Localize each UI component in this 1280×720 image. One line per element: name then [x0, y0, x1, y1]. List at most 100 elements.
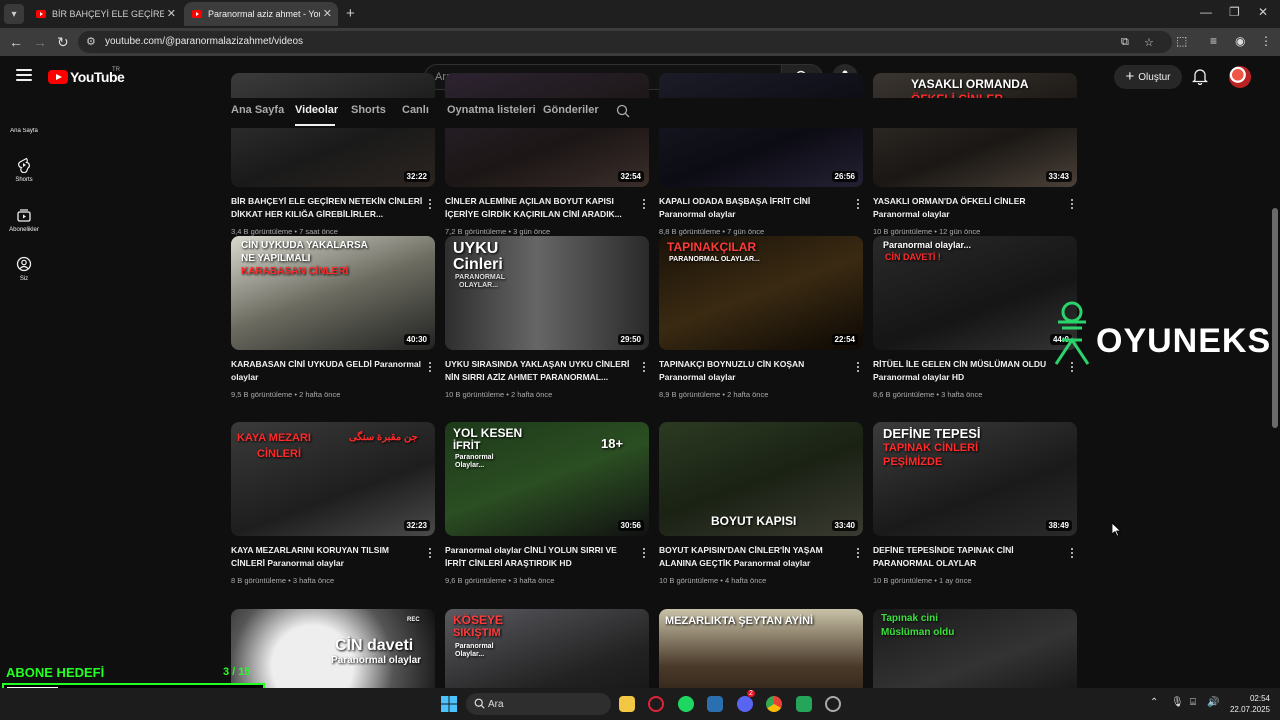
video-card[interactable]: MEZARLIKTA ŞEYTAN AYİNİ [659, 609, 863, 720]
video-card[interactable]: UYKU Cinleri PARANORMAL OLAYLAR... 29:50 UYKU… [445, 236, 649, 399]
video-card[interactable]: 32:54 CİNLER ALEMİNE AÇILAN BOYUT KAPISI … [445, 73, 649, 236]
video-card[interactable]: BOYUT KAPISI 33:40 BOYUT KAPISIN'DAN CİNLE… [659, 422, 863, 585]
video-card[interactable]: CİN UYKUDA YAKALARSA NE YAPILMALI KARABASA… [231, 236, 435, 399]
browser-menu-icon[interactable]: ⋮ [1260, 34, 1272, 48]
close-window-icon[interactable]: ✕ [1258, 5, 1268, 19]
video-thumbnail[interactable]: UYKU Cinleri PARANORMAL OLAYLAR... 29:50 [445, 236, 649, 350]
video-thumbnail[interactable]: 26:56 [659, 73, 863, 187]
windows-start-icon[interactable] [441, 696, 457, 712]
reload-icon[interactable]: ↻ [57, 34, 69, 51]
video-title[interactable]: UYKU SIRASINDA YAKLAŞAN UYKU CİNLERİ NİN… [445, 358, 637, 384]
microphone-tray-icon[interactable]: 🎙 [1171, 697, 1184, 708]
spotify-icon[interactable] [678, 696, 694, 712]
file-explorer-icon[interactable] [619, 696, 635, 712]
video-thumbnail[interactable]: BOYUT KAPISI 33:40 [659, 422, 863, 536]
volume-icon[interactable]: 🔊 [1207, 697, 1219, 708]
more-actions-icon[interactable] [855, 362, 861, 372]
tab-home[interactable]: Ana Sayfa [231, 104, 284, 116]
video-title[interactable]: KAPALI ODADA BAŞBAŞA İFRİT CİNİ Paranorm… [659, 195, 851, 221]
rail-item-you[interactable]: Siz [0, 256, 48, 282]
tab-search-button[interactable]: ▾ [4, 4, 24, 24]
video-thumbnail[interactable]: TAPINAKÇILAR PARANORMAL OLAYLAR... 22:54 [659, 236, 863, 350]
tab-shorts[interactable]: Shorts [351, 104, 386, 116]
more-actions-icon[interactable] [1069, 548, 1075, 558]
create-button[interactable]: + Oluştur [1114, 65, 1182, 89]
media-control-icon[interactable]: ≡ [1210, 34, 1217, 48]
page-scrollbar[interactable] [1270, 56, 1280, 688]
tab-live[interactable]: Canlı [402, 104, 429, 116]
steam-icon[interactable] [707, 696, 723, 712]
video-title[interactable]: RİTÜEL İLE GELEN CİN MÜSLÜMAN OLDU Paran… [873, 358, 1065, 384]
video-card[interactable]: TAPINAKÇILAR PARANORMAL OLAYLAR... 22:54 TA… [659, 236, 863, 399]
more-actions-icon[interactable] [427, 362, 433, 372]
rail-item-shorts[interactable]: Shorts [0, 157, 48, 183]
tab-videos[interactable]: Videolar [295, 104, 338, 116]
profile-icon[interactable]: ◉ [1235, 34, 1245, 48]
video-title[interactable]: BOYUT KAPISIN'DAN CİNLER'İN YAŞAM ALANIN… [659, 544, 851, 570]
video-card[interactable]: Tapınak cini Müslüman oldu [873, 609, 1077, 720]
video-card[interactable]: YOL KESEN İFRİT Paranormal Olaylar... 18+ 30:… [445, 422, 649, 585]
video-card[interactable]: YASAKLI ORMANDAÖFKELİ CİNLER33:43 YASAKLI… [873, 73, 1077, 236]
video-title[interactable]: KARABASAN CİNİ UYKUDA GELDİ Paranormal o… [231, 358, 423, 384]
bookmark-star-icon[interactable]: ☆ [1144, 36, 1154, 49]
video-card[interactable]: 32:22 BİR BAHÇEYİ ELE GEÇİREN NETEKİN CİN… [231, 73, 435, 236]
new-tab-icon[interactable]: + [346, 5, 355, 22]
rail-item-subscriptions[interactable]: Abonelikler [0, 207, 48, 233]
video-thumbnail[interactable]: DEFİNE TEPESİ TAPINAK CİNLERİ PEŞİMİZDE 38:… [873, 422, 1077, 536]
install-app-icon[interactable]: ⧉ [1121, 36, 1129, 49]
video-title[interactable]: YASAKLI ORMAN'DA ÖFKELİ CİNLER Paranorma… [873, 195, 1065, 221]
browser-tab-active[interactable]: Paranormal aziz ahmet - YouTube ✕ [184, 2, 338, 26]
video-thumbnail[interactable]: YOL KESEN İFRİT Paranormal Olaylar... 18+ 30:… [445, 422, 649, 536]
show-hidden-icons-icon[interactable]: ⌃ [1150, 697, 1158, 708]
video-thumbnail[interactable]: Paranormal olaylar... CİN DAVETİ ! 44:0 [873, 236, 1077, 350]
restore-icon[interactable]: ❐ [1229, 5, 1240, 19]
forward-icon[interactable]: → [33, 34, 47, 50]
more-actions-icon[interactable] [855, 199, 861, 209]
video-card[interactable]: CİN daveti Paranormal olaylar REC [231, 609, 435, 720]
close-tab-icon[interactable]: ✕ [323, 7, 332, 20]
back-icon[interactable]: ← [9, 34, 23, 50]
video-card[interactable]: Paranormal olaylar... CİN DAVETİ ! 44:0 RİT… [873, 236, 1077, 399]
app-icon[interactable] [796, 696, 812, 712]
video-card[interactable]: KAYA MEZARI CİNLERİ جن مقبرة سنگی 32:23 KAYA… [231, 422, 435, 585]
network-icon[interactable]: ⌸ [1190, 697, 1196, 708]
tab-playlists[interactable]: Oynatma listeleri [447, 104, 536, 116]
video-title[interactable]: CİNLER ALEMİNE AÇILAN BOYUT KAPISI İÇERİ… [445, 195, 637, 221]
taskbar-search[interactable]: Ara [466, 693, 611, 715]
video-title[interactable]: Paranormal olaylar CİNLİ YOLUN SIRRI VE … [445, 544, 637, 570]
channel-search-icon[interactable] [616, 104, 630, 118]
video-title[interactable]: DEFİNE TEPESİNDE TAPINAK CİNİ PARANORMAL… [873, 544, 1065, 570]
extensions-icon[interactable]: ⬚ [1176, 34, 1187, 48]
video-thumbnail[interactable]: KAYA MEZARI CİNLERİ جن مقبرة سنگی 32:23 [231, 422, 435, 536]
address-bar[interactable]: ⚙ youtube.com/@paranormalazizahmet/video… [78, 31, 1172, 53]
chrome-icon[interactable] [766, 696, 782, 712]
minimize-icon[interactable]: — [1200, 5, 1212, 19]
browser-tab[interactable]: BİR BAHÇEYİ ELE GEÇİREN NET ✕ [28, 2, 182, 26]
discord-icon[interactable]: 2 [737, 690, 755, 712]
more-actions-icon[interactable] [1069, 199, 1075, 209]
system-clock[interactable]: 02:54 22.07.2025 [1225, 693, 1270, 715]
close-tab-icon[interactable]: ✕ [167, 7, 176, 20]
notifications-bell-icon[interactable] [1192, 68, 1208, 85]
video-card[interactable]: DEFİNE TEPESİ TAPINAK CİNLERİ PEŞİMİZDE 38:… [873, 422, 1077, 585]
video-card[interactable]: KÖSEYE SIKIŞTIM Paranormal Olaylar... [445, 609, 649, 720]
more-actions-icon[interactable] [641, 199, 647, 209]
video-thumbnail[interactable]: CİN UYKUDA YAKALARSA NE YAPILMALI KARABASA… [231, 236, 435, 350]
video-thumbnail[interactable]: 32:54 [445, 73, 649, 187]
video-title[interactable]: TAPINAKÇI BOYNUZLU CİN KOŞAN Paranormal … [659, 358, 851, 384]
video-title[interactable]: BİR BAHÇEYİ ELE GEÇİREN NETEKİN CİNLERİ … [231, 195, 423, 221]
more-actions-icon[interactable] [427, 199, 433, 209]
more-actions-icon[interactable] [855, 548, 861, 558]
more-actions-icon[interactable] [427, 548, 433, 558]
video-thumbnail[interactable]: YASAKLI ORMANDAÖFKELİ CİNLER33:43 [873, 73, 1077, 187]
settings-gear-icon[interactable] [825, 696, 841, 712]
opera-icon[interactable] [648, 696, 664, 712]
site-info-icon[interactable]: ⚙ [86, 35, 96, 48]
account-avatar[interactable] [1229, 66, 1251, 88]
tab-posts[interactable]: Gönderiler [543, 104, 599, 116]
video-thumbnail[interactable]: 32:22 [231, 73, 435, 187]
video-card[interactable]: 26:56 KAPALI ODADA BAŞBAŞA İFRİT CİNİ Par… [659, 73, 863, 236]
guide-menu-icon[interactable] [16, 69, 32, 81]
more-actions-icon[interactable] [641, 548, 647, 558]
video-title[interactable]: KAYA MEZARLARINI KORUYAN TILSIM CİNLERİ … [231, 544, 423, 570]
